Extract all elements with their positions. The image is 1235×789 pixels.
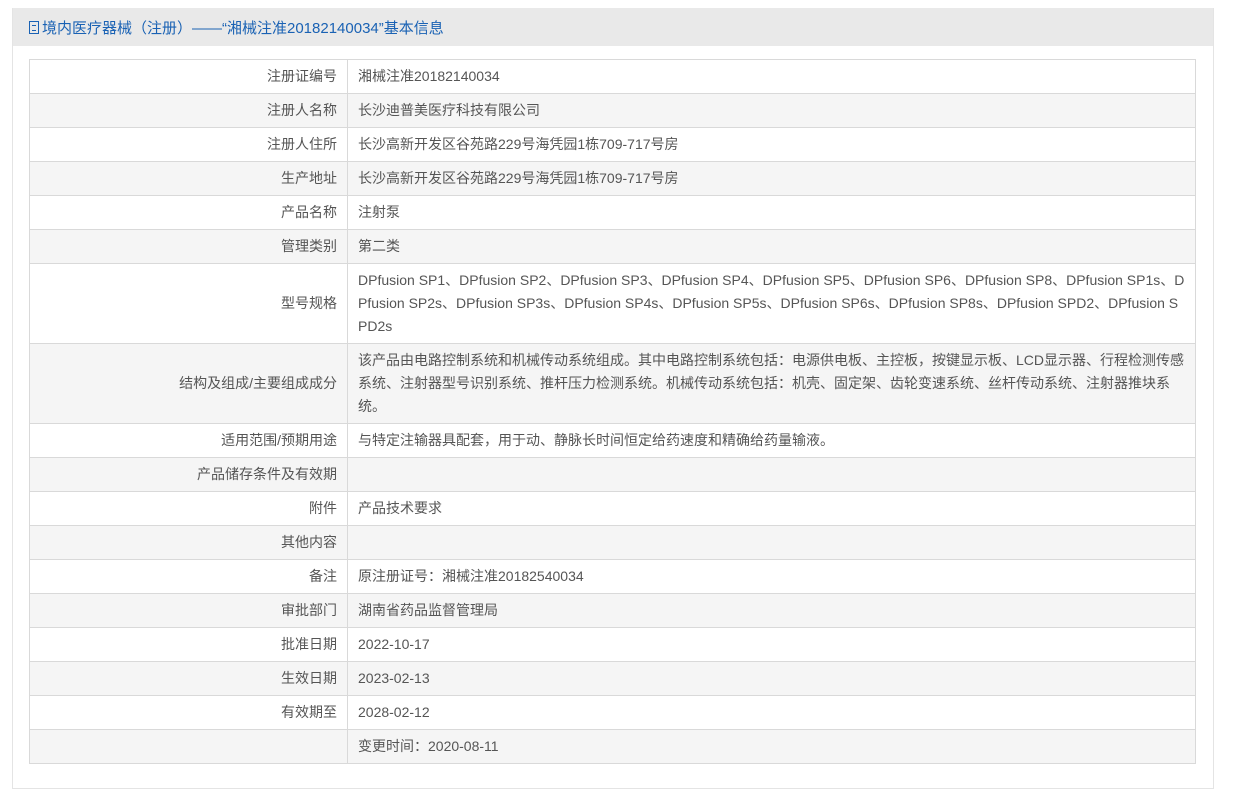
table-row: 产品储存条件及有效期 bbox=[29, 457, 1196, 492]
page-title: 境内医疗器械（注册）——“湘械注准20182140034”基本信息 bbox=[42, 19, 444, 37]
field-value: 2028-02-12 bbox=[347, 695, 1196, 730]
field-label: 型号规格 bbox=[29, 263, 348, 344]
field-value: 长沙高新开发区谷苑路229号海凭园1栋709-717号房 bbox=[347, 127, 1196, 162]
table-row: 有效期至 2028-02-12 bbox=[29, 695, 1196, 730]
field-label: 管理类别 bbox=[29, 229, 348, 264]
field-value: 2022-10-17 bbox=[347, 627, 1196, 662]
field-value: 2023-02-13 bbox=[347, 661, 1196, 696]
table-row: 批准日期 2022-10-17 bbox=[29, 627, 1196, 662]
table-row: 型号规格 DPfusion SP1、DPfusion SP2、DPfusion S… bbox=[29, 263, 1196, 344]
field-label: 其他内容 bbox=[29, 525, 348, 560]
table-row: 适用范围/预期用途 与特定注输器具配套，用于动、静脉长时间恒定给药速度和精确给药量… bbox=[29, 423, 1196, 458]
table-row: 生效日期 2023-02-13 bbox=[29, 661, 1196, 696]
field-value: 该产品由电路控制系统和机械传动系统组成。其中电路控制系统包括：电源供电板、主控板… bbox=[347, 343, 1196, 424]
table-row: 附件 产品技术要求 bbox=[29, 491, 1196, 526]
field-label: 适用范围/预期用途 bbox=[29, 423, 348, 458]
field-value: 与特定注输器具配套，用于动、静脉长时间恒定给药速度和精确给药量输液。 bbox=[347, 423, 1196, 458]
field-label: 结构及组成/主要组成成分 bbox=[29, 343, 348, 424]
info-table: 注册证编号 湘械注准20182140034 注册人名称 长沙迪普美医疗科技有限公司 注册… bbox=[29, 59, 1196, 764]
field-value: 变更时间：2020-08-11 bbox=[347, 729, 1196, 764]
table-row: 备注 原注册证号：湘械注准20182540034 bbox=[29, 559, 1196, 594]
field-value: DPfusion SP1、DPfusion SP2、DPfusion SP3、D… bbox=[347, 263, 1196, 344]
field-label: 注册人名称 bbox=[29, 93, 348, 128]
field-value: 注射泵 bbox=[347, 195, 1196, 230]
field-value bbox=[347, 525, 1196, 560]
field-label: 注册人住所 bbox=[29, 127, 348, 162]
table-row: 产品名称 注射泵 bbox=[29, 195, 1196, 230]
field-label: 备注 bbox=[29, 559, 348, 594]
table-row: 变更时间：2020-08-11 bbox=[29, 729, 1196, 764]
table-row: 其他内容 bbox=[29, 525, 1196, 560]
table-row: 注册证编号 湘械注准20182140034 bbox=[29, 59, 1196, 94]
field-value: 原注册证号：湘械注准20182540034 bbox=[347, 559, 1196, 594]
field-value: 长沙高新开发区谷苑路229号海凭园1栋709-717号房 bbox=[347, 161, 1196, 196]
table-row: 结构及组成/主要组成成分 该产品由电路控制系统和机械传动系统组成。其中电路控制系统… bbox=[29, 343, 1196, 424]
field-label: 生产地址 bbox=[29, 161, 348, 196]
field-value: 湖南省药品监督管理局 bbox=[347, 593, 1196, 628]
field-value: 长沙迪普美医疗科技有限公司 bbox=[347, 93, 1196, 128]
field-label: 审批部门 bbox=[29, 593, 348, 628]
table-row: 生产地址 长沙高新开发区谷苑路229号海凭园1栋709-717号房 bbox=[29, 161, 1196, 196]
field-label: 批准日期 bbox=[29, 627, 348, 662]
table-row: 管理类别 第二类 bbox=[29, 229, 1196, 264]
table-row: 注册人住所 长沙高新开发区谷苑路229号海凭园1栋709-717号房 bbox=[29, 127, 1196, 162]
field-value: 第二类 bbox=[347, 229, 1196, 264]
table-row: 注册人名称 长沙迪普美医疗科技有限公司 bbox=[29, 93, 1196, 128]
table-row: 审批部门 湖南省药品监督管理局 bbox=[29, 593, 1196, 628]
field-label: 注册证编号 bbox=[29, 59, 348, 94]
field-value bbox=[347, 457, 1196, 492]
field-label: 附件 bbox=[29, 491, 348, 526]
detail-panel: 境内医疗器械（注册）——“湘械注准20182140034”基本信息 注册证编号湘… bbox=[12, 8, 1214, 789]
document-icon bbox=[29, 20, 39, 34]
field-label: 生效日期 bbox=[29, 661, 348, 696]
field-label: 产品名称 bbox=[29, 195, 348, 230]
field-label bbox=[29, 729, 348, 764]
field-value: 产品技术要求 bbox=[347, 491, 1196, 526]
field-label: 有效期至 bbox=[29, 695, 348, 730]
field-value: 湘械注准20182140034 bbox=[347, 59, 1196, 94]
field-label: 产品储存条件及有效期 bbox=[29, 457, 348, 492]
panel-header: 境内医疗器械（注册）——“湘械注准20182140034”基本信息 bbox=[13, 8, 1213, 46]
